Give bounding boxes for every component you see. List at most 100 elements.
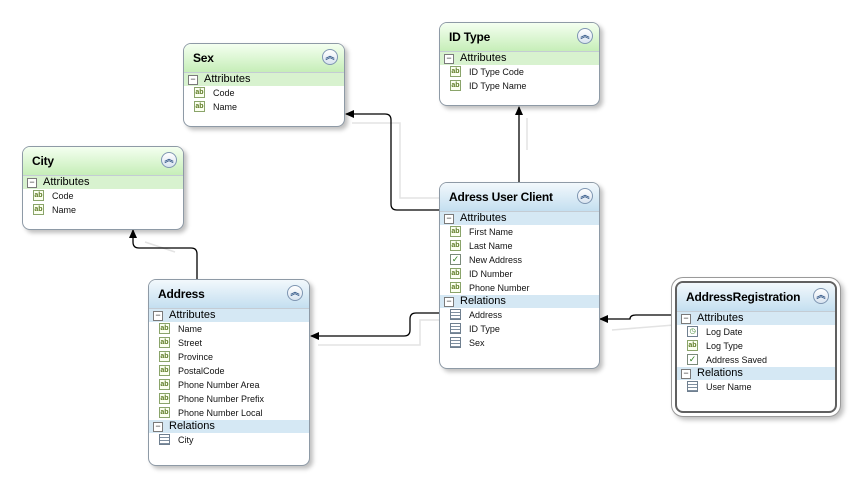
attribute-name: Code [213,88,235,98]
relations-section[interactable]: − Relations [149,420,309,433]
table-link-icon [450,309,461,320]
section-toggle-icon[interactable]: − [444,214,454,224]
ab-icon: ab [194,87,205,98]
attribute-row[interactable]: ◷ Log Date [677,325,835,339]
relation-row[interactable]: Sex [440,336,599,350]
attributes-section[interactable]: − Attributes [149,309,309,322]
attribute-row[interactable]: ab ID Type Code [440,65,599,79]
attribute-name: New Address [469,255,523,265]
entity-id-type[interactable]: ID Type ︽ − Attributes ab ID Type Code a… [439,22,600,106]
entity-address[interactable]: Address ︽ − Attributes ab Name ab Street… [148,279,310,466]
attribute-name: ID Number [469,269,513,279]
relation-row[interactable]: ID Type [440,322,599,336]
attribute-row[interactable]: ab ID Number [440,267,599,281]
attribute-row[interactable]: ab First Name [440,225,599,239]
entity-title: Adress User Client [449,190,553,204]
connector-address-to-city[interactable] [129,229,198,280]
attributes-section[interactable]: − Attributes [440,212,599,225]
attribute-name: Province [178,352,214,362]
collapse-icon[interactable]: ︽ [161,152,177,168]
attributes-section[interactable]: − Attributes [440,52,599,65]
section-toggle-icon[interactable]: − [444,54,454,64]
collapse-icon[interactable]: ︽ [577,188,593,204]
entity-adress-user-client[interactable]: Adress User Client ︽ − Attributes ab Fir… [439,182,600,369]
attribute-row[interactable]: ab Province [149,350,309,364]
attribute-name: Name [213,102,238,112]
section-toggle-icon[interactable]: − [681,314,691,324]
section-label: Attributes [460,52,507,64]
attribute-row[interactable]: ab Name [23,203,183,217]
entity-city[interactable]: City ︽ − Attributes ab Code ab Name [22,146,184,230]
ab-icon: ab [194,101,205,112]
section-label: Attributes [460,212,507,224]
relation-name: User Name [706,382,752,392]
entity-header[interactable]: Adress User Client ︽ [440,183,599,212]
table-icon [450,337,461,348]
attribute-row[interactable]: ab Phone Number [440,281,599,295]
attribute-row[interactable]: ab Code [184,86,344,100]
attribute-row[interactable]: ab Phone Number Area [149,378,309,392]
attribute-name: Street [178,338,203,348]
attribute-row[interactable]: ab Code [23,189,183,203]
connector-shadow-address [318,319,440,346]
section-label: Attributes [43,176,90,188]
attribute-name: Phone Number [469,283,530,293]
attribute-name: Address Saved [706,355,768,365]
attribute-row[interactable]: ab Street [149,336,309,350]
attribute-row[interactable]: ab Phone Number Prefix [149,392,309,406]
attribute-name: First Name [469,227,514,237]
attribute-row[interactable]: ab PostalCode [149,364,309,378]
relation-name: ID Type [469,324,500,334]
attribute-row[interactable]: ab Phone Number Local [149,406,309,420]
ab-icon: ab [450,268,461,279]
relations-section[interactable]: − Relations [677,367,835,380]
entity-sex[interactable]: Sex ︽ − Attributes ab Code ab Name [183,43,345,127]
section-label: Relations [169,420,215,432]
section-toggle-icon[interactable]: − [153,311,163,321]
attributes-section[interactable]: − Attributes [677,312,835,325]
entity-address-registration[interactable]: AddressRegistration ︽ − Attributes ◷ Log… [675,281,837,413]
attribute-row[interactable]: ab ID Type Name [440,79,599,93]
attribute-row[interactable]: ✓ Address Saved [677,353,835,367]
ab-icon: ab [450,282,461,293]
attribute-row[interactable]: ab Last Name [440,239,599,253]
section-toggle-icon[interactable]: − [153,422,163,432]
ab-icon: ab [450,80,461,91]
connector-shadow-sex [352,122,440,199]
collapse-icon[interactable]: ︽ [813,288,829,304]
section-toggle-icon[interactable]: − [444,297,454,307]
attribute-row[interactable]: ✓ New Address [440,253,599,267]
collapse-icon[interactable]: ︽ [287,285,303,301]
section-label: Attributes [697,312,744,324]
attributes-section[interactable]: − Attributes [184,73,344,86]
section-label: Attributes [169,309,216,321]
attribute-row[interactable]: ab Name [184,100,344,114]
relation-row[interactable]: Address [440,308,599,322]
entity-header[interactable]: Address ︽ [149,280,309,309]
connector-shadow-registration [611,324,675,331]
collapse-icon[interactable]: ︽ [322,49,338,65]
section-toggle-icon[interactable]: − [188,75,198,85]
attribute-name: ID Type Code [469,67,524,77]
section-toggle-icon[interactable]: − [27,178,37,188]
attributes-section[interactable]: − Attributes [23,176,183,189]
relation-row[interactable]: User Name [677,380,835,394]
entity-header[interactable]: Sex ︽ [184,44,344,73]
entity-title: Address [158,287,205,301]
attribute-name: ID Type Name [469,81,527,91]
section-toggle-icon[interactable]: − [681,369,691,379]
connector-adress-to-sex[interactable] [345,110,440,211]
entity-header[interactable]: AddressRegistration ︽ [677,283,835,312]
ab-icon: ab [159,393,170,404]
attribute-row[interactable]: ab Log Type [677,339,835,353]
relations-section[interactable]: − Relations [440,295,599,308]
relation-row[interactable]: City [149,433,309,447]
table-icon [450,323,461,334]
entity-header[interactable]: ID Type ︽ [440,23,599,52]
connector-registration-to-adress[interactable] [599,314,676,323]
attribute-name: Code [52,191,74,201]
entity-header[interactable]: City ︽ [23,147,183,176]
collapse-icon[interactable]: ︽ [577,28,593,44]
ab-icon: ab [159,323,170,334]
attribute-row[interactable]: ab Name [149,322,309,336]
